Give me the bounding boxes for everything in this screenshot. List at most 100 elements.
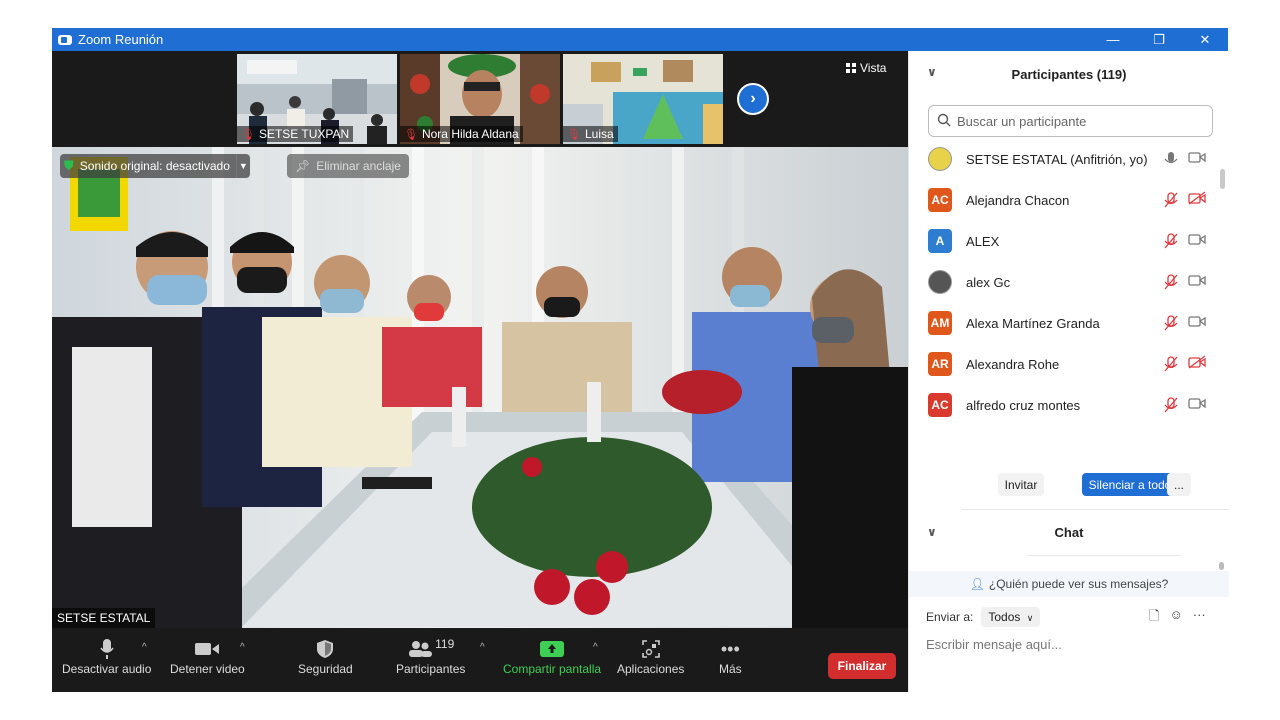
avatar [928, 270, 952, 294]
chevron-down-icon[interactable]: ∨ [927, 65, 937, 79]
end-meeting-button[interactable]: Finalizar [828, 653, 896, 679]
more-dots-icon: ••• [720, 638, 740, 659]
microphone-icon[interactable] [1164, 151, 1178, 170]
video-camera-icon[interactable] [1188, 232, 1206, 251]
chevron-down-icon[interactable]: ▼ [235, 154, 250, 178]
apps-icon [641, 636, 661, 662]
original-sound-toggle[interactable]: ⛊ Sonido original: desactivado ▼ [60, 154, 250, 178]
view-label: Vista [860, 61, 887, 75]
meeting-toolbar: Desactivar audio ^ Detener video ^ Segur… [52, 628, 908, 692]
mute-audio-button[interactable]: Desactivar audio [62, 636, 151, 676]
participants-button[interactable]: 119 Participantes [396, 636, 465, 676]
video-camera-icon[interactable] [1188, 273, 1206, 292]
participant-name: ALEX [966, 234, 1000, 249]
chat-header: ∨ Chat [909, 511, 1229, 553]
next-page-button[interactable]: › [737, 83, 769, 115]
video-camera-icon[interactable] [1188, 150, 1206, 169]
avatar: AM [928, 311, 952, 335]
stop-video-label: Detener video [170, 662, 245, 676]
search-input[interactable] [957, 113, 1197, 129]
close-button[interactable]: ✕ [1182, 28, 1228, 51]
muted-mic-icon: 🎙︎ [404, 128, 418, 141]
pin-icon: 📌︎ [295, 159, 311, 173]
share-screen-button[interactable]: Compartir pantalla [503, 636, 601, 676]
more-options-button[interactable]: ... [1167, 473, 1191, 496]
apps-button[interactable]: Aplicaciones [617, 636, 684, 676]
muted-mic-icon[interactable] [1164, 233, 1178, 252]
security-label: Seguridad [298, 662, 353, 676]
message-visibility-link[interactable]: 👤︎ ¿Quién puede ver sus mensajes? [909, 571, 1229, 597]
participant-list: SETSE ESTATAL (Anfitrión, yo) AC Alejandra… [909, 139, 1219, 441]
participant-row[interactable]: alex Gc [909, 262, 1219, 303]
video-thumbnail[interactable]: 🎙︎ Luisa [563, 54, 723, 144]
muted-mic-icon[interactable] [1164, 315, 1178, 334]
emoji-icon[interactable]: ☺ [1169, 607, 1182, 629]
chat-tools: 🗋 ☺ ··· [1149, 607, 1206, 629]
thumbnail-name: Luisa [584, 127, 614, 141]
scrollbar[interactable] [1220, 169, 1225, 189]
muted-mic-icon[interactable] [1164, 192, 1178, 211]
send-to-row: Enviar a: Todos ∨ [926, 607, 1041, 627]
chat-message-input[interactable] [926, 637, 1216, 652]
muted-mic-icon[interactable] [1164, 397, 1178, 416]
security-button[interactable]: Seguridad [298, 636, 353, 676]
participant-name: Alexandra Rohe [966, 357, 1060, 372]
muted-mic-icon[interactable] [1164, 274, 1178, 293]
divider [961, 509, 1229, 510]
more-dots-icon[interactable]: ··· [1193, 607, 1206, 629]
participant-row[interactable]: AC alfredo cruz montes [909, 385, 1219, 426]
participant-name: SETSE ESTATAL (Anfitrión, yo) [966, 152, 1148, 167]
divider [1027, 555, 1181, 556]
restore-button[interactable]: ❐ [1136, 28, 1182, 51]
chevron-up-icon[interactable]: ^ [142, 642, 147, 653]
participant-name: Alejandra Chacon [966, 193, 1070, 208]
gallery-view-icon [846, 63, 856, 73]
scrollbar[interactable] [1219, 562, 1224, 570]
shield-check-icon: ⛊ [64, 158, 74, 173]
avatar: AR [928, 352, 952, 376]
participants-count: 119 [435, 637, 455, 651]
video-camera-icon[interactable] [1188, 396, 1206, 415]
minimize-button[interactable]: — [1090, 28, 1136, 51]
mute-audio-label: Desactivar audio [62, 662, 152, 676]
shield-icon [316, 636, 334, 662]
participant-row[interactable]: A ALEX [909, 221, 1219, 262]
participant-row[interactable]: AC Alejandra Chacon [909, 180, 1219, 221]
video-camera-icon [194, 636, 220, 662]
muted-mic-icon: 🎙︎ [567, 128, 581, 141]
video-camera-icon[interactable] [1188, 314, 1206, 333]
chevron-up-icon[interactable]: ^ [240, 642, 245, 653]
chevron-up-icon[interactable]: ^ [480, 642, 485, 653]
main-video[interactable]: ⛊ Sonido original: desactivado ▼ 📌︎ Elim… [52, 147, 908, 628]
muted-mic-icon: 🎙︎ [241, 128, 255, 141]
recipient-select[interactable]: Todos ∨ [981, 607, 1041, 627]
file-icon[interactable]: 🗋 [1149, 607, 1159, 629]
thumbnail-strip: 🎙︎ SETSE TUXPAN 🎙︎ Nora Hilda Aldana 🎙︎ … [52, 51, 908, 147]
view-button[interactable]: Vista [846, 61, 886, 75]
participant-row[interactable]: AM Alexa Martínez Granda [909, 303, 1219, 344]
more-button[interactable]: ••• Más [719, 636, 742, 677]
chevron-down-icon[interactable]: ∨ [927, 525, 937, 539]
chevron-right-icon: › [750, 90, 756, 107]
video-off-icon[interactable] [1188, 191, 1206, 210]
participant-name: alex Gc [966, 275, 1011, 290]
chat-title: Chat [1054, 524, 1084, 540]
video-thumbnail[interactable]: 🎙︎ SETSE TUXPAN [237, 54, 397, 144]
participant-row[interactable]: AR Alexandra Rohe [909, 344, 1219, 385]
chevron-down-icon: ∨ [1026, 613, 1034, 623]
muted-mic-icon[interactable] [1164, 356, 1178, 375]
participant-name: Alexa Martínez Granda [966, 316, 1100, 331]
share-screen-icon [540, 636, 565, 662]
stop-video-button[interactable]: Detener video [170, 636, 245, 676]
participant-search[interactable] [928, 105, 1213, 137]
video-thumbnail[interactable]: 🎙︎ Nora Hilda Aldana [400, 54, 560, 144]
participants-title: Participantes (119) [1011, 66, 1127, 82]
invite-button[interactable]: Invitar [998, 473, 1044, 496]
video-off-icon[interactable] [1188, 355, 1206, 374]
zoom-logo-icon [58, 34, 72, 45]
unpin-button[interactable]: 📌︎ Eliminar anclaje [287, 154, 409, 178]
participant-row[interactable]: SETSE ESTATAL (Anfitrión, yo) [909, 139, 1219, 180]
participants-icon [409, 641, 433, 657]
video-area: 🎙︎ SETSE TUXPAN 🎙︎ Nora Hilda Aldana 🎙︎ … [52, 51, 908, 628]
chevron-up-icon[interactable]: ^ [593, 642, 598, 653]
